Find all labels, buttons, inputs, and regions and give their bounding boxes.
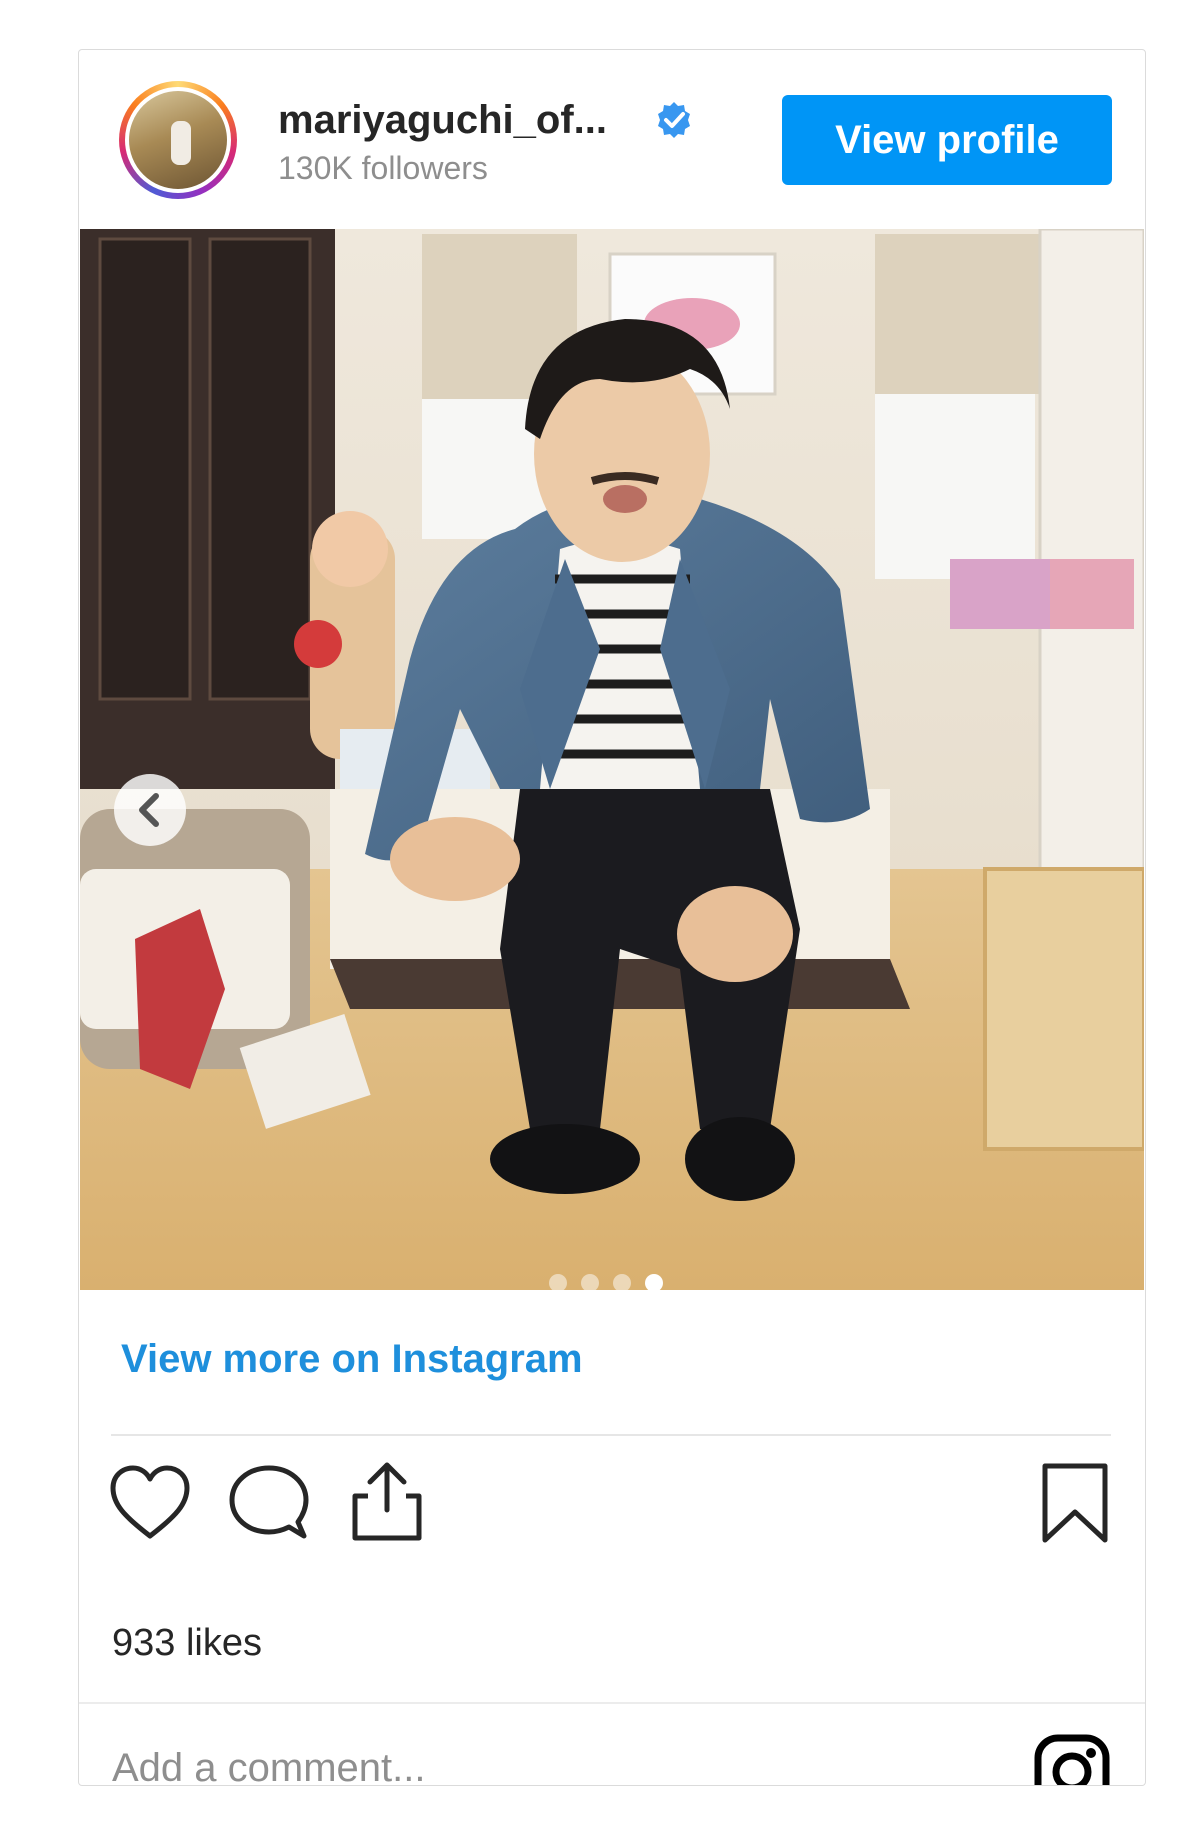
view-profile-button[interactable]: View profile: [782, 95, 1112, 185]
comment-divider: [79, 1702, 1145, 1704]
carousel-dot: [549, 1274, 567, 1290]
photo-scene: [80, 229, 1144, 1290]
chevron-left-icon: [139, 793, 159, 827]
carousel-prev-button[interactable]: [114, 774, 186, 846]
avatar[interactable]: [119, 81, 237, 199]
instagram-embed-card: mariyaguchi_of... 130K followers View pr…: [78, 49, 1146, 1786]
verified-badge-icon: [658, 102, 690, 138]
view-more-link[interactable]: View more on Instagram: [121, 1337, 583, 1382]
divider: [111, 1434, 1111, 1436]
avatar-figure: [171, 121, 191, 165]
avatar-image: [125, 87, 231, 193]
instagram-logo-icon[interactable]: [1033, 1733, 1111, 1786]
carousel-dot: [581, 1274, 599, 1290]
carousel-dot-active: [645, 1274, 663, 1290]
carousel-indicator: [549, 1274, 663, 1290]
post-header: mariyaguchi_of... 130K followers View pr…: [79, 50, 1145, 228]
like-count: 933 likes: [112, 1622, 262, 1664]
follower-count: 130K followers: [278, 150, 488, 186]
share-icon[interactable]: [350, 1460, 424, 1542]
comment-icon[interactable]: [228, 1464, 310, 1544]
username[interactable]: mariyaguchi_of...: [278, 98, 607, 143]
carousel-dot: [613, 1274, 631, 1290]
bookmark-icon[interactable]: [1040, 1462, 1110, 1544]
heart-icon[interactable]: [109, 1464, 191, 1542]
post-photo[interactable]: [80, 229, 1144, 1290]
comment-input[interactable]: [112, 1738, 912, 1785]
